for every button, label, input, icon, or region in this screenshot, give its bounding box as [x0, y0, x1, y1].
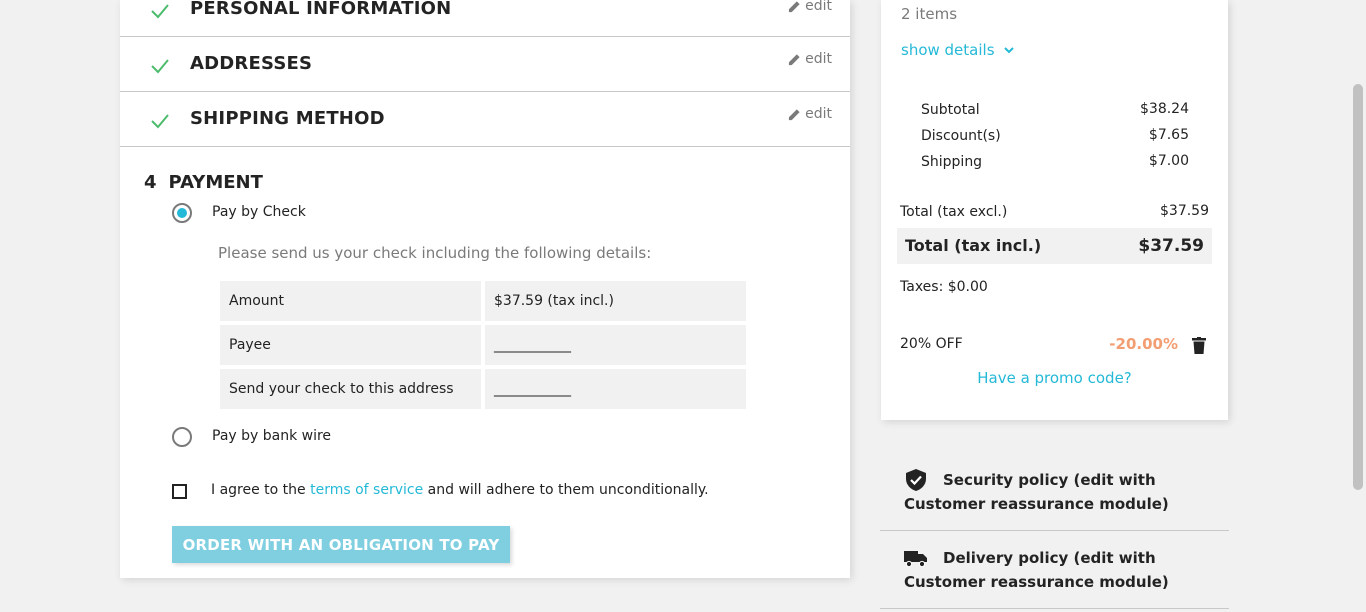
shipping-value: $7.00	[1148, 153, 1189, 169]
order-button[interactable]: ORDER WITH AN OBLIGATION TO PAY	[172, 526, 510, 563]
pay-by-bank-wire-radio[interactable]	[172, 427, 192, 447]
check-instructions: Please send us your check including the …	[218, 244, 652, 262]
detail-label: Amount	[220, 281, 481, 321]
detail-value: $37.59 (tax incl.)	[485, 281, 746, 321]
reassurance-security: Security policy (edit with Customer reas…	[880, 450, 1229, 531]
detail-value: ___________	[485, 369, 746, 409]
checkmark-icon	[151, 4, 169, 19]
show-details-toggle[interactable]: show details	[901, 41, 1015, 59]
step-shipping-method[interactable]: SHIPPING METHOD edit	[120, 92, 850, 147]
voucher-name: 20% OFF	[900, 336, 963, 352]
detail-label: Send your check to this address	[220, 369, 481, 409]
subtotal-value: $38.24	[1140, 101, 1189, 117]
step-title: PAYMENT	[168, 172, 263, 193]
trash-icon[interactable]	[1192, 337, 1206, 354]
edit-label: edit	[805, 106, 832, 122]
agree-suffix: and will adhere to them unconditionally.	[427, 482, 709, 498]
total-incl-value: $37.59	[1138, 236, 1204, 256]
delivery-policy-text: Delivery policy (edit with Customer reas…	[904, 549, 1169, 591]
total-incl-row: Total (tax incl.) $37.59	[897, 228, 1212, 264]
step-title: ADDRESSES	[190, 53, 313, 74]
table-row: Payee ___________	[220, 325, 746, 365]
total-excl-value: $37.59	[1160, 203, 1209, 219]
promo-code-link[interactable]: Have a promo code?	[881, 369, 1228, 387]
security-policy-text: Security policy (edit with Customer reas…	[904, 471, 1169, 513]
edit-addresses-link[interactable]: edit	[788, 51, 832, 67]
scrollbar-thumb[interactable]	[1353, 84, 1363, 490]
edit-label: edit	[805, 51, 832, 67]
terms-of-service-link[interactable]: terms of service	[310, 482, 423, 498]
pay-by-check-radio[interactable]	[172, 203, 192, 223]
step-addresses[interactable]: ADDRESSES edit	[120, 37, 850, 92]
page-scrollbar[interactable]	[1349, 0, 1366, 612]
check-details-table: Amount $37.59 (tax incl.) Payee ________…	[220, 281, 746, 413]
pencil-icon	[789, 0, 800, 12]
items-count: 2 items	[901, 5, 958, 23]
payment-step-header: 4 PAYMENT	[144, 172, 263, 193]
edit-personal-information-link[interactable]: edit	[788, 0, 832, 14]
show-details-label: show details	[901, 41, 995, 59]
subtotal-label: Subtotal	[921, 102, 980, 118]
step-title: PERSONAL INFORMATION	[190, 0, 452, 19]
taxes-line: Taxes: $0.00	[900, 279, 988, 295]
chevron-down-icon	[1003, 47, 1014, 54]
checkmark-icon	[151, 59, 169, 74]
checkmark-icon	[151, 114, 169, 129]
checkout-steps-card: PERSONAL INFORMATION edit ADDRESSES edit…	[120, 0, 850, 578]
terms-agreement-text: I agree to the terms of service and will…	[211, 482, 709, 498]
detail-label: Payee	[220, 325, 481, 365]
table-row: Send your check to this address ________…	[220, 369, 746, 409]
step-personal-information[interactable]: PERSONAL INFORMATION edit	[120, 0, 850, 37]
pencil-icon	[789, 108, 800, 120]
edit-label: edit	[805, 0, 832, 14]
detail-value: ___________	[485, 325, 746, 365]
voucher-value: -20.00%	[1109, 335, 1178, 353]
reassurance-delivery: Delivery policy (edit with Customer reas…	[880, 531, 1229, 609]
discounts-value: $7.65	[1148, 127, 1189, 143]
shipping-label: Shipping	[921, 154, 983, 170]
step-number: 4	[144, 172, 157, 193]
terms-checkbox[interactable]	[172, 484, 187, 499]
total-excl-label: Total (tax excl.)	[900, 204, 1008, 220]
discounts-label: Discount(s)	[921, 128, 1001, 144]
edit-shipping-method-link[interactable]: edit	[788, 106, 832, 122]
total-incl-label: Total (tax incl.)	[905, 236, 1042, 255]
pencil-icon	[789, 53, 800, 65]
pay-by-bank-wire-label[interactable]: Pay by bank wire	[212, 428, 331, 444]
pay-by-check-label[interactable]: Pay by Check	[212, 204, 306, 220]
table-row: Amount $37.59 (tax incl.)	[220, 281, 746, 321]
agree-prefix: I agree to the	[211, 482, 306, 498]
cart-summary-card: 2 items show details Subtotal $38.24 Dis…	[881, 0, 1228, 420]
step-title: SHIPPING METHOD	[190, 108, 385, 129]
